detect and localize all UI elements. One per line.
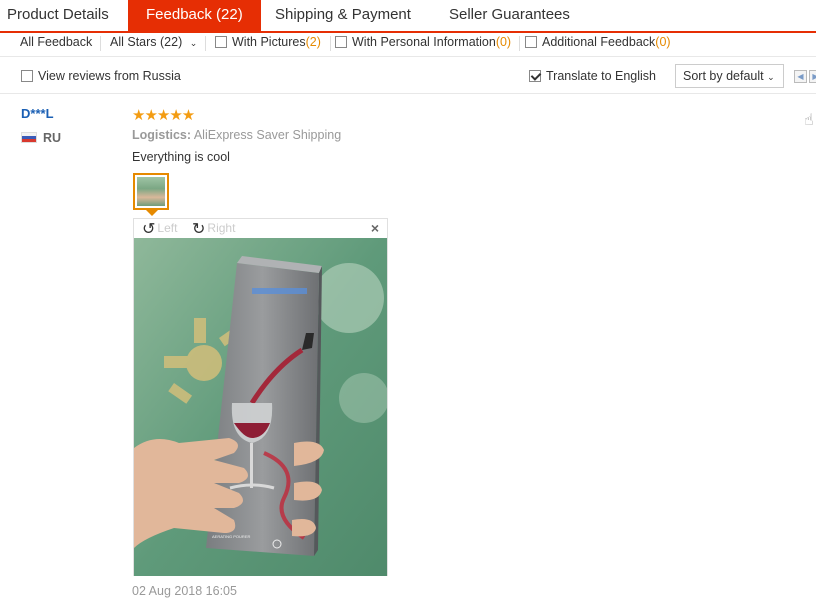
additional-feedback-label: Additional Feedback [542,35,656,49]
translate-checkbox[interactable] [529,70,541,82]
rotate-left-icon: ↺ [142,221,156,238]
logistics-value: AliExpress Saver Shipping [193,128,342,142]
next-page-button[interactable]: ▶ [809,70,816,83]
with-pictures-label: With Pictures [232,35,306,49]
additional-feedback-count: (0) [655,35,671,49]
tab-feedback[interactable]: Feedback (22) [128,0,261,31]
with-pictures-count: (2) [305,35,321,49]
tab-shipping-payment[interactable]: Shipping & Payment [275,0,411,31]
personal-info-filter[interactable]: With Personal Information(0) [335,33,511,55]
viewer-controls: ↺ Left ↻ Right × [134,219,387,238]
review-photo-svg: AERATING POURER [134,238,387,576]
russia-flag-icon [21,132,37,143]
tab-bar: Product Details Feedback (22) Shipping &… [0,0,816,33]
translate-label: Translate to English [546,69,657,83]
chevron-right-icon: ▶ [812,72,816,81]
review-date: 02 Aug 2018 16:05 [132,584,237,598]
sort-dropdown[interactable]: Sort by default ⌄ [675,64,784,88]
view-russia-checkbox[interactable] [21,70,33,82]
logistics-label: Logistics: [132,128,192,142]
with-pictures-checkbox[interactable] [215,36,227,48]
reviewer-country: RU [21,131,61,145]
chevron-down-icon: ⌄ [189,38,198,48]
all-feedback-label: All Feedback [20,35,93,49]
chevron-down-icon: ⌄ [767,72,775,82]
chevron-left-icon: ◀ [797,72,804,81]
review-photo: AERATING POURER [134,238,387,576]
tab-seller-guarantees[interactable]: Seller Guarantees [449,0,570,31]
personal-info-count: (0) [495,35,512,49]
translate-option[interactable]: Translate to English [529,69,656,83]
divider [205,36,206,51]
review-thumbnail[interactable] [133,173,169,210]
rotate-right-button[interactable]: ↻ Right [192,219,235,239]
rotate-right-icon: ↻ [192,221,206,238]
rotate-right-label: Right [207,221,236,235]
box-label: AERATING POURER [212,534,250,539]
country-code: RU [43,131,62,145]
additional-feedback-checkbox[interactable] [525,36,537,48]
personal-info-checkbox[interactable] [335,36,347,48]
all-stars-dropdown[interactable]: All Stars (22) ⌄ [110,33,197,55]
logistics-info: Logistics: AliExpress Saver Shipping [132,128,341,142]
reviewer-name[interactable]: D***L [21,106,54,121]
all-feedback-filter[interactable]: All Feedback [20,33,92,55]
prev-page-button[interactable]: ◀ [794,70,807,83]
sort-label: Sort by default [683,69,764,83]
with-pictures-filter[interactable]: With Pictures(2) [215,33,321,55]
thumbs-up-icon[interactable]: ☝ [804,110,814,130]
light-spot [314,263,384,333]
thumbnail-image [137,177,165,206]
light-spot [339,373,387,423]
divider [100,36,101,51]
additional-feedback-filter[interactable]: Additional Feedback(0) [525,33,671,55]
hand [134,438,324,548]
view-russia-option[interactable]: View reviews from Russia [21,69,181,83]
tab-product-details[interactable]: Product Details [7,0,109,31]
image-viewer: ↺ Left ↻ Right × AERATING POURER [133,218,388,576]
personal-info-label: With Personal Information [352,35,496,49]
rotate-left-label: Left [157,221,178,235]
divider [519,36,520,51]
divider [330,36,331,51]
thumbnail-pointer [146,210,158,216]
view-russia-label: View reviews from Russia [38,69,181,83]
star-rating: ★★★★★ [132,107,195,124]
all-stars-label: All Stars (22) [110,35,183,49]
review-toolbar: View reviews from Russia Translate to En… [0,56,816,94]
close-icon[interactable]: × [371,220,379,236]
rotate-left-button[interactable]: ↺ Left [142,219,177,239]
feedback-filters: All Feedback All Stars (22) ⌄ With Pictu… [0,33,816,55]
review-text: Everything is cool [132,150,230,164]
